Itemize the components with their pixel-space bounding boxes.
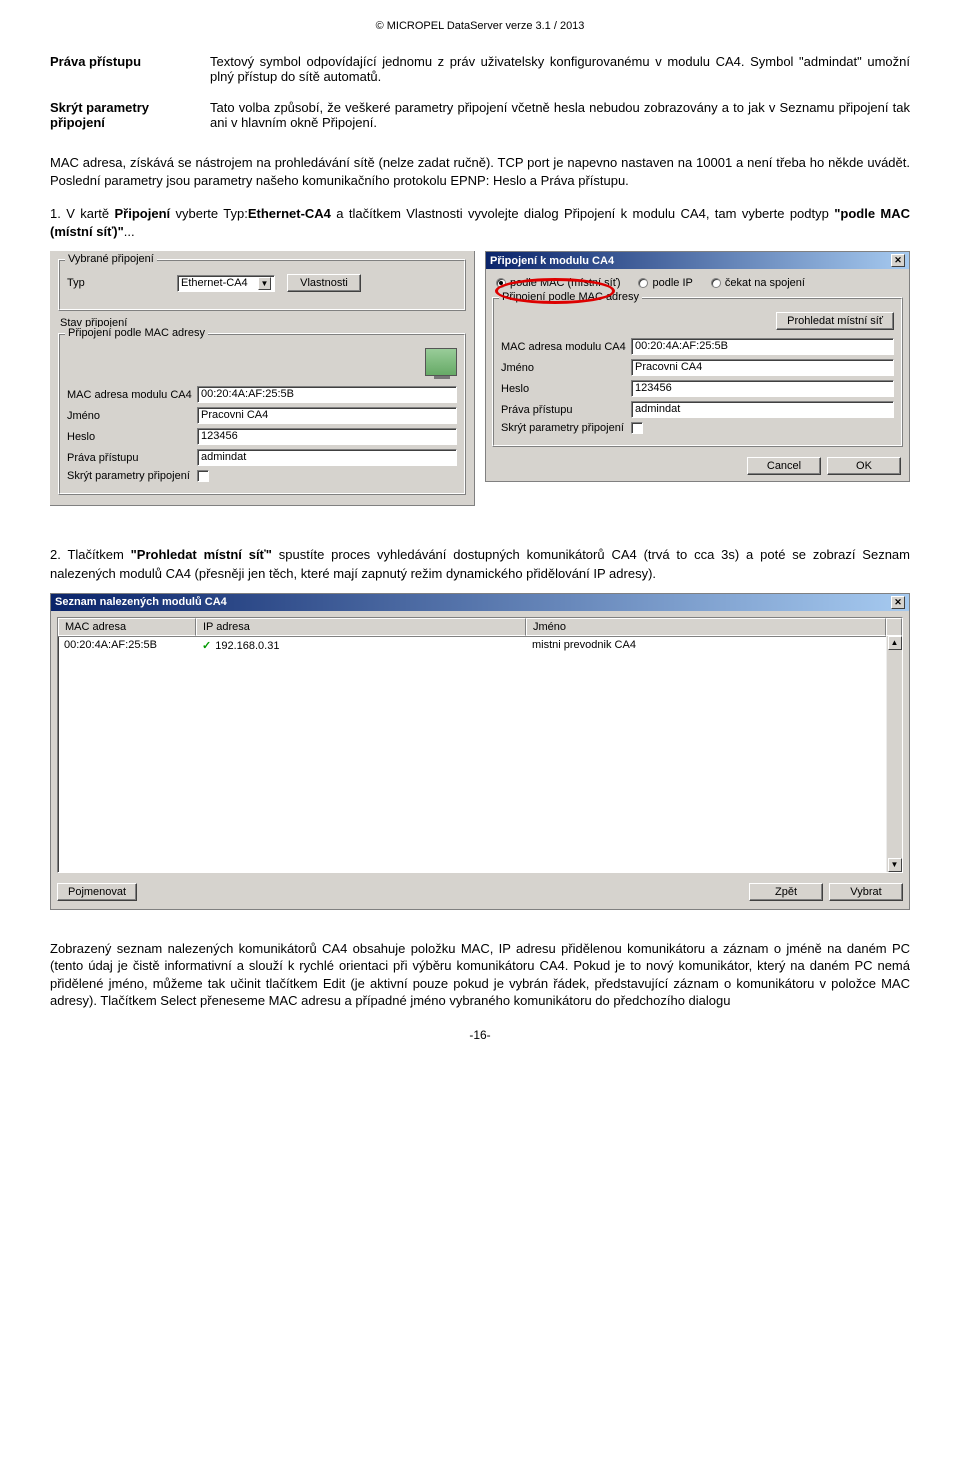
label-mac-a: MAC adresa modulu CA4: [67, 389, 197, 401]
input-heslo-b[interactable]: 123456: [631, 380, 894, 397]
cell-mac: 00:20:4A:AF:25:5B: [58, 638, 196, 653]
step-1: 1. V kartě Připojení vyberte Typ:Etherne…: [50, 205, 910, 241]
col-header-ip[interactable]: IP adresa: [196, 618, 526, 636]
label-skryt-a: Skrýt parametry připojení: [67, 470, 197, 482]
titlebar-seznam[interactable]: Seznam nalezených modulů CA4 ✕: [51, 594, 909, 611]
label-prava-b: Práva přístupu: [501, 404, 631, 416]
page-number: -16-: [50, 1028, 910, 1042]
dialog-pripojeni-ca4: Připojení k modulu CA4 ✕ podle MAC (míst…: [485, 251, 910, 482]
dropdown-typ[interactable]: Ethernet-CA4 ▼: [177, 275, 275, 292]
close-icon[interactable]: ✕: [891, 254, 905, 267]
button-cancel[interactable]: Cancel: [747, 457, 821, 475]
radio-label-cekat: čekat na spojení: [725, 277, 805, 289]
radio-cekat[interactable]: čekat na spojení: [711, 277, 805, 289]
button-ok[interactable]: OK: [827, 457, 901, 475]
check-icon: ✓: [202, 640, 211, 652]
input-jmeno-a[interactable]: Pracovni CA4: [197, 407, 457, 424]
step2-b: "Prohledat místní síť": [131, 547, 272, 562]
input-prava-b[interactable]: admindat: [631, 401, 894, 418]
fieldset-mac-a: Připojení podle MAC adresy: [65, 327, 208, 339]
step1-text: 1. V kartě: [50, 206, 115, 221]
button-vybrat[interactable]: Vybrat: [829, 883, 903, 901]
scrollbar-vertical[interactable]: ▲ ▼: [886, 636, 902, 872]
step1-text4: ...: [124, 224, 135, 239]
definitions-table: Práva přístupu Textový symbol odpovídají…: [50, 50, 910, 142]
titlebar-pripojeni[interactable]: Připojení k modulu CA4 ✕: [486, 252, 909, 269]
label-skryt-b: Skrýt parametry připojení: [501, 422, 631, 434]
col-header-mac[interactable]: MAC adresa: [58, 618, 196, 636]
dialog-seznam-modulu: Seznam nalezených modulů CA4 ✕ MAC adres…: [50, 593, 910, 910]
paragraph-seznam-desc: Zobrazený seznam nalezených komunikátorů…: [50, 940, 910, 1010]
cell-name: mistni prevodnik CA4: [526, 638, 902, 653]
checkbox-skryt-b[interactable]: [631, 422, 643, 434]
input-jmeno-b[interactable]: Pracovni CA4: [631, 359, 894, 376]
document-header: © MICROPEL DataServer verze 3.1 / 2013: [50, 20, 910, 32]
scroll-down-icon[interactable]: ▼: [888, 858, 902, 872]
list-row[interactable]: 00:20:4A:AF:25:5B ✓ 192.168.0.31 mistni p…: [58, 637, 902, 654]
list-header: MAC adresa IP adresa Jméno: [58, 618, 902, 637]
button-zpet[interactable]: Zpět: [749, 883, 823, 901]
dropdown-typ-value: Ethernet-CA4: [181, 277, 248, 289]
def-term-skryt: Skrýt parametry připojení: [50, 96, 210, 142]
scroll-up-icon[interactable]: ▲: [888, 636, 902, 650]
radio-podle-ip[interactable]: podle IP: [638, 277, 692, 289]
col-header-jmeno[interactable]: Jméno: [526, 618, 886, 636]
step1-b1: Připojení: [115, 206, 171, 221]
fieldset-vybrane: Vybrané připojení: [65, 253, 157, 265]
def-desc-prava: Textový symbol odpovídající jednomu z pr…: [210, 50, 910, 96]
radio-icon: [496, 278, 506, 288]
button-prohledat[interactable]: Prohledat místní síť: [776, 312, 894, 330]
input-mac-b[interactable]: 00:20:4A:AF:25:5B: [631, 338, 894, 355]
panel-vybrane-pripojeni: Vybrané připojení Typ Ethernet-CA4 ▼ Vla…: [50, 251, 475, 506]
input-prava-a[interactable]: admindat: [197, 449, 457, 466]
listview-moduly[interactable]: MAC adresa IP adresa Jméno 00:20:4A:AF:2…: [57, 617, 903, 873]
fieldset-mac-b: Připojení podle MAC adresy: [499, 291, 642, 303]
button-vlastnosti[interactable]: Vlastnosti: [287, 274, 361, 292]
paragraph-mac-intro: MAC adresa, získává se nástrojem na proh…: [50, 154, 910, 189]
chevron-down-icon: ▼: [258, 277, 271, 290]
label-prava-a: Práva přístupu: [67, 452, 197, 464]
step1-b2: Ethernet-CA4: [248, 206, 331, 221]
label-jmeno-b: Jméno: [501, 362, 631, 374]
titlebar-text: Připojení k modulu CA4: [490, 255, 614, 267]
radio-label-ip: podle IP: [652, 277, 692, 289]
network-icon: [425, 348, 457, 376]
label-heslo-a: Heslo: [67, 431, 197, 443]
checkbox-skryt-a[interactable]: [197, 470, 209, 482]
def-term-prava: Práva přístupu: [50, 50, 210, 96]
label-mac-b: MAC adresa modulu CA4: [501, 341, 631, 353]
step-2: 2. Tlačítkem "Prohledat místní síť" spus…: [50, 546, 910, 582]
step1-text2: vyberte Typ:: [170, 206, 248, 221]
step2-text: 2. Tlačítkem: [50, 547, 131, 562]
button-pojmenovat[interactable]: Pojmenovat: [57, 883, 137, 901]
label-jmeno-a: Jméno: [67, 410, 197, 422]
step1-text3: a tlačítkem Vlastnosti vyvolejte dialog …: [331, 206, 834, 221]
radio-icon: [711, 278, 721, 288]
label-heslo-b: Heslo: [501, 383, 631, 395]
radio-podle-mac[interactable]: podle MAC (místní síť): [496, 277, 620, 289]
def-desc-skryt: Tato volba způsobí, že veškeré parametry…: [210, 96, 910, 142]
label-typ: Typ: [67, 277, 177, 289]
input-heslo-a[interactable]: 123456: [197, 428, 457, 445]
radio-label-mac: podle MAC (místní síť): [510, 277, 620, 289]
close-icon[interactable]: ✕: [891, 596, 905, 609]
input-mac-a[interactable]: 00:20:4A:AF:25:5B: [197, 386, 457, 403]
radio-icon: [638, 278, 648, 288]
titlebar-seznam-text: Seznam nalezených modulů CA4: [55, 596, 227, 608]
cell-ip: ✓ 192.168.0.31: [196, 638, 526, 653]
cell-ip-value: 192.168.0.31: [215, 640, 279, 652]
